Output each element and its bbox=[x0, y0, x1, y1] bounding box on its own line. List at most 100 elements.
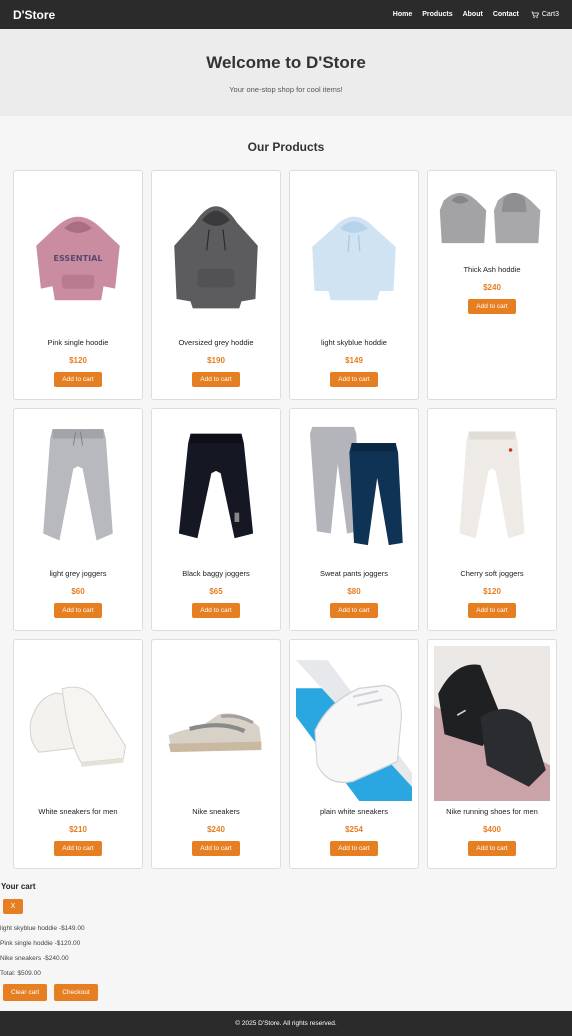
product-name: Nike sneakers bbox=[192, 807, 240, 816]
add-to-cart-button[interactable]: Add to cart bbox=[468, 603, 516, 618]
cart-count-label: Cart3 bbox=[541, 11, 559, 18]
product-name: Pink single hoodie bbox=[47, 338, 109, 347]
product-card: Nike running shoes for men $400 Add to c… bbox=[427, 639, 557, 869]
product-image bbox=[152, 409, 280, 563]
nike-sneakers-image bbox=[168, 713, 262, 753]
product-price: $240 bbox=[207, 825, 225, 834]
product-name: light grey joggers bbox=[49, 569, 107, 578]
product-card: light grey joggers $60 Add to cart bbox=[13, 408, 143, 631]
checkout-button[interactable]: Checkout bbox=[54, 984, 98, 1001]
product-image: ESSENTIAL bbox=[14, 171, 142, 332]
product-price: $190 bbox=[207, 356, 225, 365]
product-image bbox=[290, 171, 418, 332]
plain-white-sneaker-image bbox=[296, 646, 412, 801]
footer: © 2025 D'Store. All rights reserved. bbox=[0, 1011, 572, 1036]
product-name: plain white sneakers bbox=[320, 807, 388, 816]
product-card: Thick Ash hoddie $240 Add to cart bbox=[427, 170, 557, 400]
product-image bbox=[290, 409, 418, 563]
product-image bbox=[152, 640, 280, 801]
add-to-cart-button[interactable]: Add to cart bbox=[468, 841, 516, 856]
black-running-shoes-image bbox=[434, 646, 550, 801]
cart-panel: Your cart X light skyblue hoddie -$149.0… bbox=[0, 882, 572, 1001]
product-price: $120 bbox=[483, 587, 501, 596]
clear-cart-button[interactable]: Clear cart bbox=[3, 984, 48, 1001]
navbar: D'Store Home Products About Contact Cart… bbox=[0, 0, 572, 29]
add-to-cart-button[interactable]: Add to cart bbox=[330, 841, 378, 856]
products-title: Our Products bbox=[247, 140, 325, 154]
product-image bbox=[152, 171, 280, 332]
cart-item: Pink single hoddie -$120.00 bbox=[0, 940, 81, 947]
product-price: $240 bbox=[483, 283, 501, 292]
cart-title: Your cart bbox=[1, 882, 36, 891]
svg-text:ESSENTIAL: ESSENTIAL bbox=[53, 253, 102, 263]
ash-hoodies-image bbox=[439, 192, 541, 244]
add-to-cart-button[interactable]: Add to cart bbox=[192, 603, 240, 618]
add-to-cart-button[interactable]: Add to cart bbox=[54, 841, 102, 856]
product-card: Oversized grey hoddie $190 Add to cart bbox=[151, 170, 281, 400]
skyblue-hoodie-image bbox=[312, 216, 396, 301]
product-card: White sneakers for men $210 Add to cart bbox=[13, 639, 143, 869]
cart-actions: Clear cart Checkout bbox=[0, 984, 572, 1001]
cart-total: Total: $509.00 bbox=[0, 970, 41, 977]
product-image bbox=[428, 640, 556, 801]
cart-item: light skyblue hoddie -$149.00 bbox=[0, 925, 85, 932]
cart-icon bbox=[531, 11, 539, 18]
add-to-cart-button[interactable]: Add to cart bbox=[330, 372, 378, 387]
cart-item: Nike sneakers -$240.00 bbox=[0, 955, 69, 962]
black-joggers-image bbox=[178, 433, 254, 539]
product-card: Cherry soft joggers $120 Add to cart bbox=[427, 408, 557, 631]
product-grid: ESSENTIAL Pink single hoodie $120 Add to… bbox=[13, 170, 559, 869]
hero-banner: Welcome to D'Store Your one-stop shop fo… bbox=[0, 29, 572, 116]
hero-subtitle: Your one-stop shop for cool items! bbox=[229, 85, 343, 94]
product-name: light skyblue hoddie bbox=[321, 338, 387, 347]
grey-hoodie-image bbox=[174, 206, 258, 309]
product-price: $210 bbox=[69, 825, 87, 834]
product-card: Nike sneakers $240 Add to cart bbox=[151, 639, 281, 869]
add-to-cart-button[interactable]: Add to cart bbox=[54, 603, 102, 618]
product-image bbox=[14, 640, 142, 801]
product-name: Nike running shoes for men bbox=[446, 807, 538, 816]
nav-contact[interactable]: Contact bbox=[493, 11, 519, 18]
brand-logo[interactable]: D'Store bbox=[13, 8, 55, 22]
grey-joggers-image bbox=[43, 429, 113, 541]
add-to-cart-button[interactable]: Add to cart bbox=[468, 299, 516, 314]
product-price: $60 bbox=[71, 587, 85, 596]
add-to-cart-button[interactable]: Add to cart bbox=[330, 603, 378, 618]
product-name: Cherry soft joggers bbox=[460, 569, 524, 578]
sweat-pants-image bbox=[309, 426, 403, 546]
product-price: $65 bbox=[209, 587, 223, 596]
product-card: plain white sneakers $254 Add to cart bbox=[289, 639, 419, 869]
close-cart-button[interactable]: X bbox=[3, 899, 23, 914]
product-image bbox=[428, 175, 556, 259]
product-price: $400 bbox=[483, 825, 501, 834]
nav-products[interactable]: Products bbox=[422, 11, 452, 18]
nav-links: Home Products About Contact Cart3 bbox=[393, 11, 559, 19]
product-card: Sweat pants joggers $80 Add to cart bbox=[289, 408, 419, 631]
pink-hoodie-image: ESSENTIAL bbox=[36, 216, 120, 301]
cart-items: light skyblue hoddie -$149.00 Pink singl… bbox=[0, 921, 572, 981]
nav-home[interactable]: Home bbox=[393, 11, 412, 18]
nav-about[interactable]: About bbox=[463, 11, 483, 18]
add-to-cart-button[interactable]: Add to cart bbox=[192, 372, 240, 387]
white-sneakers-image bbox=[29, 686, 127, 767]
product-name: Black baggy joggers bbox=[182, 569, 250, 578]
product-name: White sneakers for men bbox=[38, 807, 118, 816]
product-price: $149 bbox=[345, 356, 363, 365]
product-image bbox=[290, 640, 418, 801]
product-price: $80 bbox=[347, 587, 361, 596]
product-card: light skyblue hoddie $149 Add to cart bbox=[289, 170, 419, 400]
product-image bbox=[14, 409, 142, 563]
hero-title: Welcome to D'Store bbox=[206, 53, 366, 72]
nav-cart[interactable]: Cart3 bbox=[531, 11, 559, 19]
product-name: Oversized grey hoddie bbox=[178, 338, 254, 347]
add-to-cart-button[interactable]: Add to cart bbox=[192, 841, 240, 856]
product-card: ESSENTIAL Pink single hoodie $120 Add to… bbox=[13, 170, 143, 400]
product-card: Black baggy joggers $65 Add to cart bbox=[151, 408, 281, 631]
product-name: Thick Ash hoddie bbox=[463, 265, 521, 274]
product-image bbox=[428, 409, 556, 563]
add-to-cart-button[interactable]: Add to cart bbox=[54, 372, 102, 387]
product-price: $254 bbox=[345, 825, 363, 834]
product-price: $120 bbox=[69, 356, 87, 365]
cream-joggers-image bbox=[459, 431, 525, 539]
product-name: Sweat pants joggers bbox=[320, 569, 388, 578]
